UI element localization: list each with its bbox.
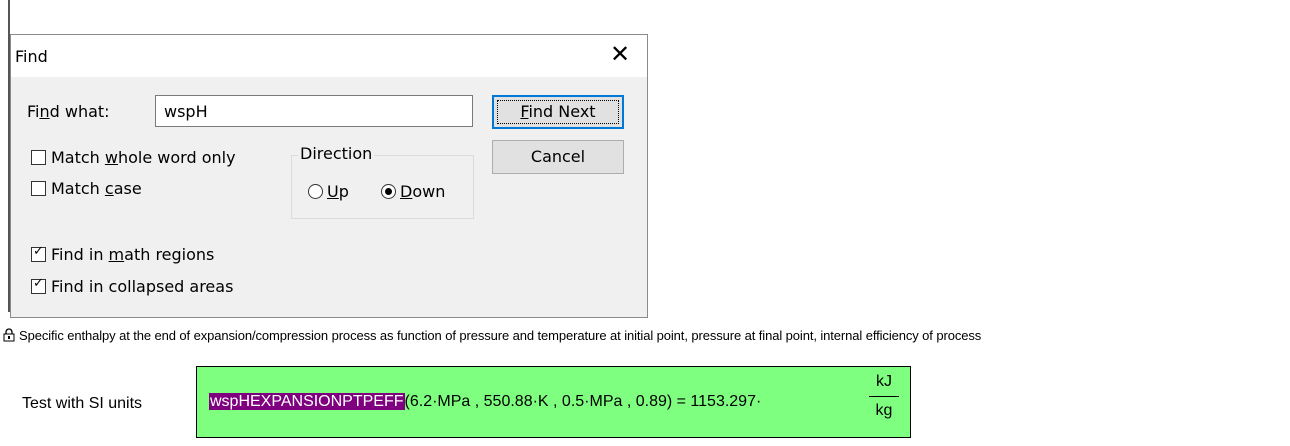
match-whole-word-label[interactable]: Match whole word only (51, 148, 236, 167)
function-description: Specific enthalpy at the end of expansio… (19, 328, 982, 343)
find-next-button[interactable]: Find Next (492, 95, 624, 129)
direction-down-radio[interactable] (381, 184, 396, 199)
test-si-units-label: Test with SI units (22, 395, 143, 412)
formula-arguments: (6.2·MPa , 550.88·K , 0.5·MPa , 0.89) = … (404, 393, 762, 410)
direction-up-radio[interactable] (308, 184, 323, 199)
dialog-titlebar[interactable]: Find ✕ (11, 35, 647, 77)
match-case-checkbox[interactable] (31, 181, 46, 196)
unit-fraction: kJ kg (869, 371, 899, 422)
formula-expression: wspHEXPANSIONPTPEFF(6.2·MPa , 550.88·K ,… (209, 393, 761, 411)
match-case-label[interactable]: Match case (51, 179, 142, 198)
direction-title: Direction (298, 144, 375, 163)
find-in-math-label[interactable]: Find in math regions (51, 245, 214, 264)
find-in-math-checkbox[interactable] (31, 244, 46, 262)
find-dialog: Find ✕ Find what: wspH Find Next Cancel … (10, 34, 648, 318)
find-what-label: Find what: (27, 102, 110, 121)
direction-up-label[interactable]: Up (327, 182, 349, 201)
find-in-collapsed-checkbox[interactable] (31, 276, 46, 294)
math-region[interactable]: wspHEXPANSIONPTPEFF(6.2·MPa , 550.88·K ,… (196, 366, 911, 438)
unit-denominator: kg (875, 402, 893, 419)
find-in-collapsed-label[interactable]: Find in collapsed areas (51, 277, 233, 296)
lock-icon (3, 328, 15, 342)
cancel-button[interactable]: Cancel (492, 140, 624, 174)
direction-group: Direction Up Down (291, 144, 474, 219)
find-what-input[interactable]: wspH (155, 95, 473, 127)
unit-numerator: kJ (876, 373, 892, 390)
close-icon[interactable]: ✕ (597, 35, 643, 73)
match-whole-word-checkbox[interactable] (31, 150, 46, 165)
dialog-title: Find (15, 47, 48, 66)
highlighted-function-name: wspHEXPANSIONPTPEFF (209, 393, 405, 410)
direction-down-label[interactable]: Down (400, 182, 445, 201)
